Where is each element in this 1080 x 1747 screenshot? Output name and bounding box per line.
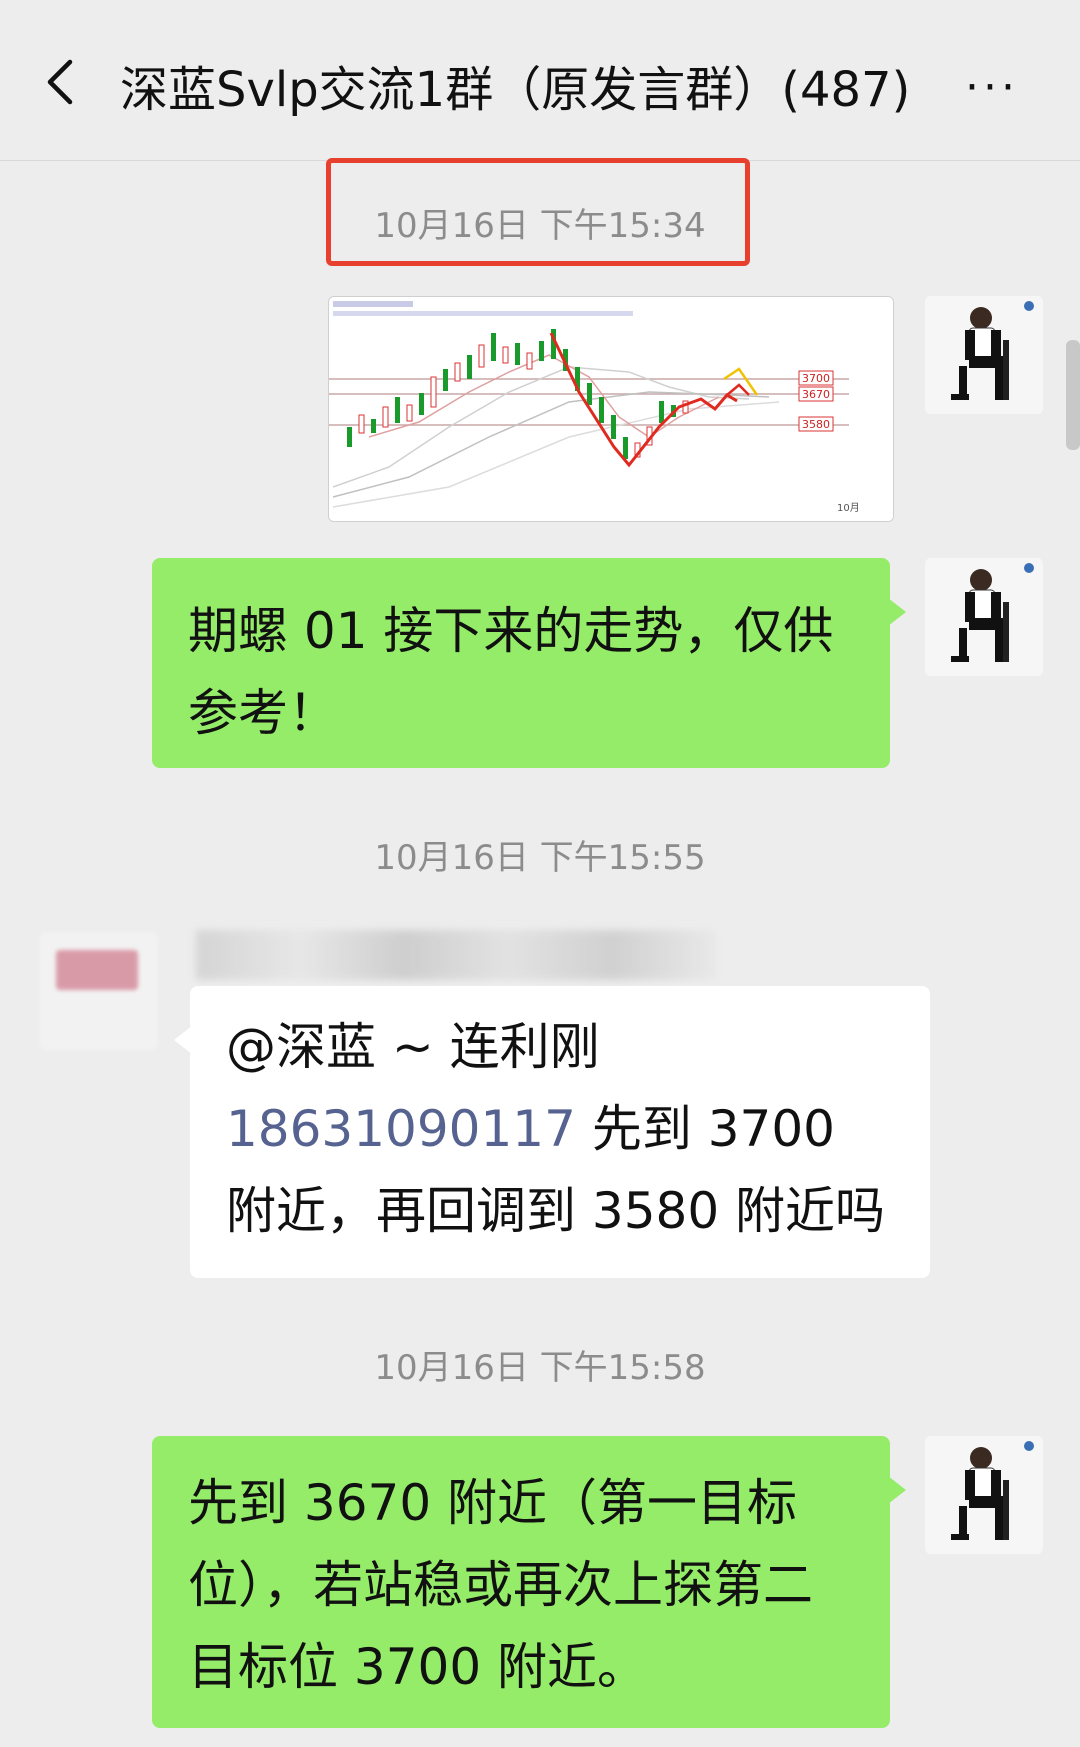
level-label-3580: 3580 <box>802 418 830 431</box>
person-avatar-icon <box>925 1436 1043 1554</box>
level-label-3700: 3700 <box>802 372 830 385</box>
scrollbar[interactable] <box>1066 340 1080 450</box>
message-bubble-other[interactable]: @深蓝 ~ 连利刚 18631090117 先到 3700 附近，再回调到 35… <box>174 986 930 1278</box>
axis-month-label: 10月 <box>837 502 860 514</box>
self-avatar[interactable] <box>925 1436 1043 1554</box>
self-avatar[interactable] <box>925 558 1043 676</box>
timestamp: 10月16日 下午15:34 <box>374 206 706 246</box>
chart-image-message[interactable]: 3700 3670 3580 10月 <box>328 296 894 522</box>
message-bubble-self[interactable]: 先到 3670 附近（第一目标位），若站稳或再次上探第二目标位 3700 附近。 <box>152 1436 906 1728</box>
other-avatar[interactable] <box>40 932 158 1050</box>
sender-name-blurred <box>196 930 716 980</box>
person-avatar-icon <box>925 558 1043 676</box>
timestamp: 10月16日 下午15:55 <box>374 838 706 878</box>
mention-text[interactable]: @深蓝 ~ 连利刚 <box>226 1018 600 1076</box>
back-arrow-icon[interactable] <box>38 58 86 106</box>
candlestick-chart-image: 3700 3670 3580 10月 <box>329 297 893 521</box>
self-avatar[interactable] <box>925 296 1043 414</box>
phone-number-link[interactable]: 18631090117 <box>226 1100 576 1158</box>
level-label-3670: 3670 <box>802 388 830 401</box>
message-bubble-self[interactable]: 期螺 01 接下来的走势，仅供参考！ <box>152 558 906 768</box>
person-avatar-icon <box>925 296 1043 414</box>
timestamp: 10月16日 下午15:58 <box>374 1348 706 1388</box>
chat-title: 深蓝Svlp交流1群（原发言群）(487) <box>120 62 911 118</box>
chat-header: 深蓝Svlp交流1群（原发言群）(487) ··· <box>0 0 1080 161</box>
more-icon[interactable]: ··· <box>965 62 1019 113</box>
